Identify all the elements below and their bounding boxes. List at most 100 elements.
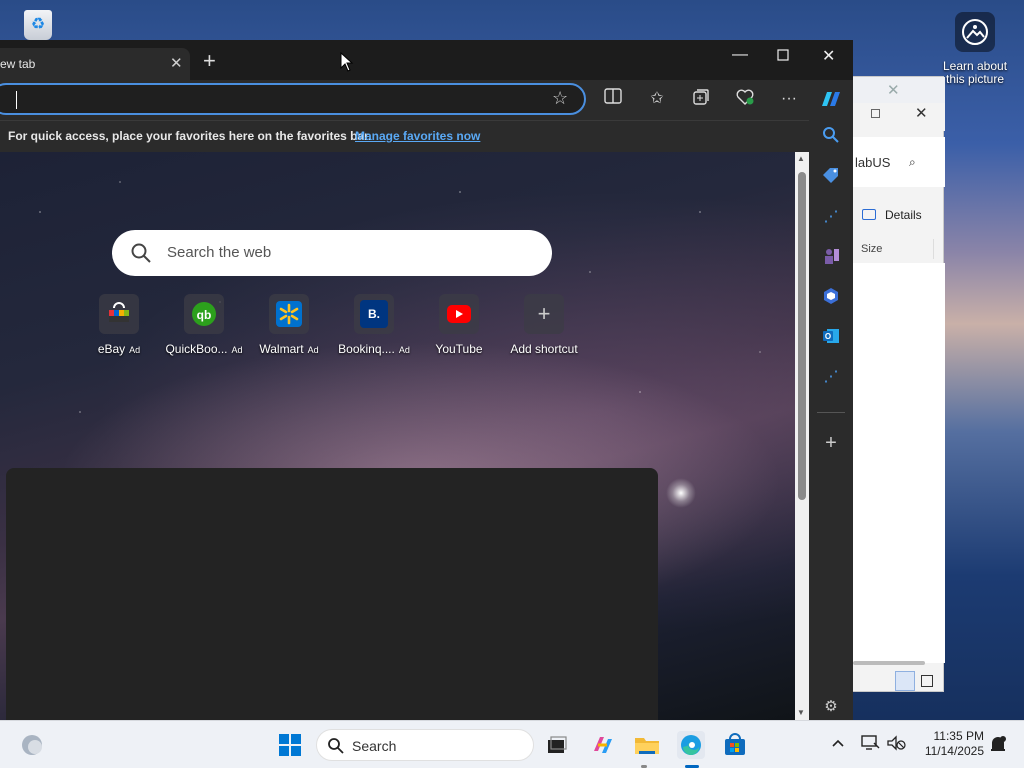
ad-badge: Ad [231,345,243,355]
learn-about-picture[interactable]: Learn about this picture [940,12,1010,86]
start-windows-icon[interactable] [276,731,304,759]
shortcut-label: Add shortcut [510,342,578,356]
search-icon[interactable] [820,126,842,148]
taskbar-search[interactable]: Search [316,729,534,761]
svg-text:O: O [825,332,831,341]
address-bar[interactable]: ☆ [0,83,586,115]
shortcut-ebay[interactable]: eBay Ad [77,294,161,356]
sidebar-divider [817,412,845,413]
task-view-icon[interactable] [543,731,571,759]
text-caret [16,91,17,109]
explorer-content [853,263,945,663]
clock[interactable]: 11:35 PM 11/14/2025 [912,729,984,759]
web-search-box[interactable]: Search the web [112,230,552,276]
scroll-up-icon[interactable]: ▲ [797,154,805,163]
details-label: Details [885,208,922,222]
tab-new-tab[interactable]: ew tab ✕ [0,48,190,80]
collections-icon[interactable] [690,88,712,110]
search-icon [328,738,344,754]
shortcut-youtube[interactable]: YouTube [417,294,501,356]
tab-title: ew tab [0,57,36,71]
scroll-down-icon[interactable]: ▼ [797,708,805,717]
shortcut-booking[interactable]: B. Bookinq.... Ad [332,294,416,356]
network-monitor-icon[interactable] [860,734,880,755]
explorer-titlebar [853,103,945,131]
column-divider [933,239,934,259]
maximize-icon[interactable] [777,48,789,66]
learn-about-picture-label: Learn about this picture [942,59,1008,86]
manage-favorites-link[interactable]: Manage favorites now [355,129,480,143]
recycle-bin-icon[interactable]: ♻ [18,6,58,40]
vertical-scrollbar[interactable]: ▲ ▼ [795,152,809,720]
edge-icon[interactable] [677,731,705,759]
glow-light [666,478,696,508]
outlook-icon[interactable]: O [820,326,842,348]
plus-icon: + [524,294,564,334]
favorites-bar: For quick access, place your favorites h… [0,120,853,152]
edge-browser-window: ew tab ✕ + — ✕ ☆ ✩ ··· For quick access,… [0,40,853,720]
shortcut-label: Walmart [259,342,304,356]
details-view-icon[interactable] [895,671,915,691]
minimize-icon[interactable]: — [732,46,748,64]
file-explorer-icon[interactable] [633,731,661,759]
shopping-tag-icon[interactable] [820,166,842,188]
maximize-icon[interactable] [871,109,880,118]
taskbar-search-label: Search [352,738,397,754]
drop-icon[interactable]: ⋰ [820,366,842,388]
date-label: 11/14/2025 [924,744,984,758]
content-feed-panel [6,468,658,720]
taskbar: Search 11:35 PM 11/14/2025 [0,720,1024,768]
close-tab-icon[interactable]: ✕ [170,54,183,72]
close-icon[interactable]: ✕ [822,46,835,66]
games-icon[interactable] [820,246,842,268]
booking-icon: B. [354,294,394,334]
sidebar-settings-gear-icon[interactable]: ⚙ [820,696,842,718]
ad-badge: Ad [129,345,141,355]
size-column-header[interactable]: Size [861,243,882,255]
tools-icon[interactable]: ⋰ [820,206,842,228]
horizontal-scrollbar[interactable] [853,661,925,665]
chevron-up-icon[interactable] [831,735,845,751]
mouse-cursor-icon [340,51,354,77]
search-placeholder: Search the web [167,244,272,261]
speaker-muted-icon[interactable] [886,734,906,755]
edge-sidebar: ⋰ O ⋰ + ⚙ [809,120,853,720]
close-icon[interactable]: ✕ [915,104,928,122]
ad-badge: Ad [398,345,410,355]
camera-info-icon [955,12,995,52]
youtube-icon [439,294,479,334]
split-screen-icon[interactable] [602,88,624,110]
copilot-icon[interactable] [589,731,617,759]
microsoft-365-icon[interactable] [820,286,842,308]
new-tab-page: Search the web eBay Ad qb QuickBoo... Ad W… [0,152,795,720]
large-icons-view-icon[interactable] [921,675,933,687]
favorite-star-icon[interactable]: ☆ [552,88,568,109]
ebay-icon [99,294,139,334]
add-sidebar-app-icon[interactable]: + [820,432,842,454]
close-icon[interactable]: ✕ [887,81,900,99]
scrollbar-thumb[interactable] [798,172,806,500]
quickbooks-icon: qb [184,294,224,334]
explorer-search-text: labUS [855,155,891,170]
booking-logo: B. [360,300,388,328]
shortcut-label: QuickBoo... [165,342,228,356]
shortcut-walmart[interactable]: Walmart Ad [247,294,331,356]
add-shortcut-button[interactable]: + Add shortcut [502,294,586,356]
time-label: 11:35 PM [933,729,984,743]
favorites-icon[interactable]: ✩ [646,88,668,110]
details-pane-icon [862,209,876,220]
new-tab-button[interactable]: + [203,50,216,72]
widgets-weather-icon[interactable] [18,731,46,759]
browser-essentials-icon[interactable] [734,88,756,110]
notifications-bell-icon[interactable] [988,734,1008,757]
details-button[interactable]: Details [853,203,945,227]
titlebar: ew tab ✕ + — ✕ [0,40,853,80]
microsoft-store-icon[interactable] [721,731,749,759]
shortcut-quickbooks[interactable]: qb QuickBoo... Ad [162,294,246,356]
more-options-icon[interactable]: ··· [778,88,800,110]
copilot-icon[interactable] [818,88,840,110]
explorer-search[interactable]: labUS ⌕ [853,137,945,187]
shortcut-label: YouTube [435,342,483,356]
file-explorer-window[interactable]: ✕ ✕ labUS ⌕ Details Size [852,76,945,692]
shortcut-label: Bookinq.... [338,342,395,356]
